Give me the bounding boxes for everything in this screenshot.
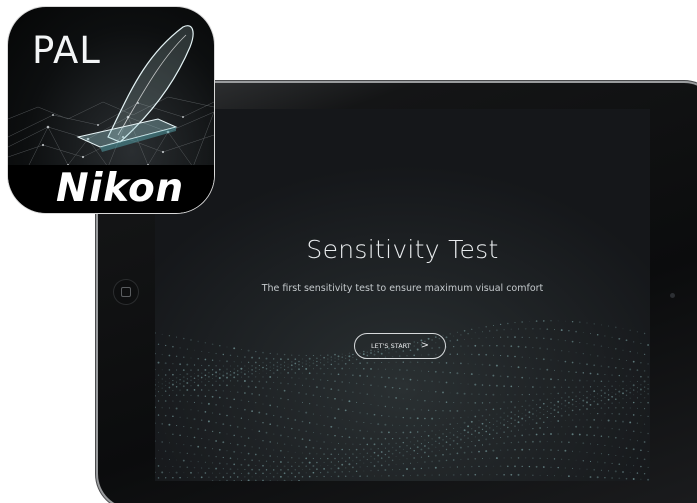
page-title: Sensitivity Test — [306, 235, 499, 264]
camera-dot — [670, 293, 675, 298]
page-subtitle: The first sensitivity test to ensure max… — [261, 283, 544, 294]
app-icon: PAL Nikon — [8, 7, 214, 213]
home-button[interactable] — [114, 280, 138, 304]
particle-wave-background — [155, 109, 650, 481]
brand-band: Nikon — [8, 165, 214, 213]
start-button-label: LET'S START — [370, 342, 411, 350]
app-icon-label: PAL — [32, 29, 101, 72]
lets-start-button[interactable]: LET'S START > — [354, 333, 446, 359]
brand-logo: Nikon — [56, 166, 184, 211]
promo-stage: Sensitivity Test The first sensitivity t… — [0, 0, 697, 503]
app-screen: Sensitivity Test The first sensitivity t… — [155, 109, 650, 481]
chevron-right-icon: > — [420, 340, 430, 351]
